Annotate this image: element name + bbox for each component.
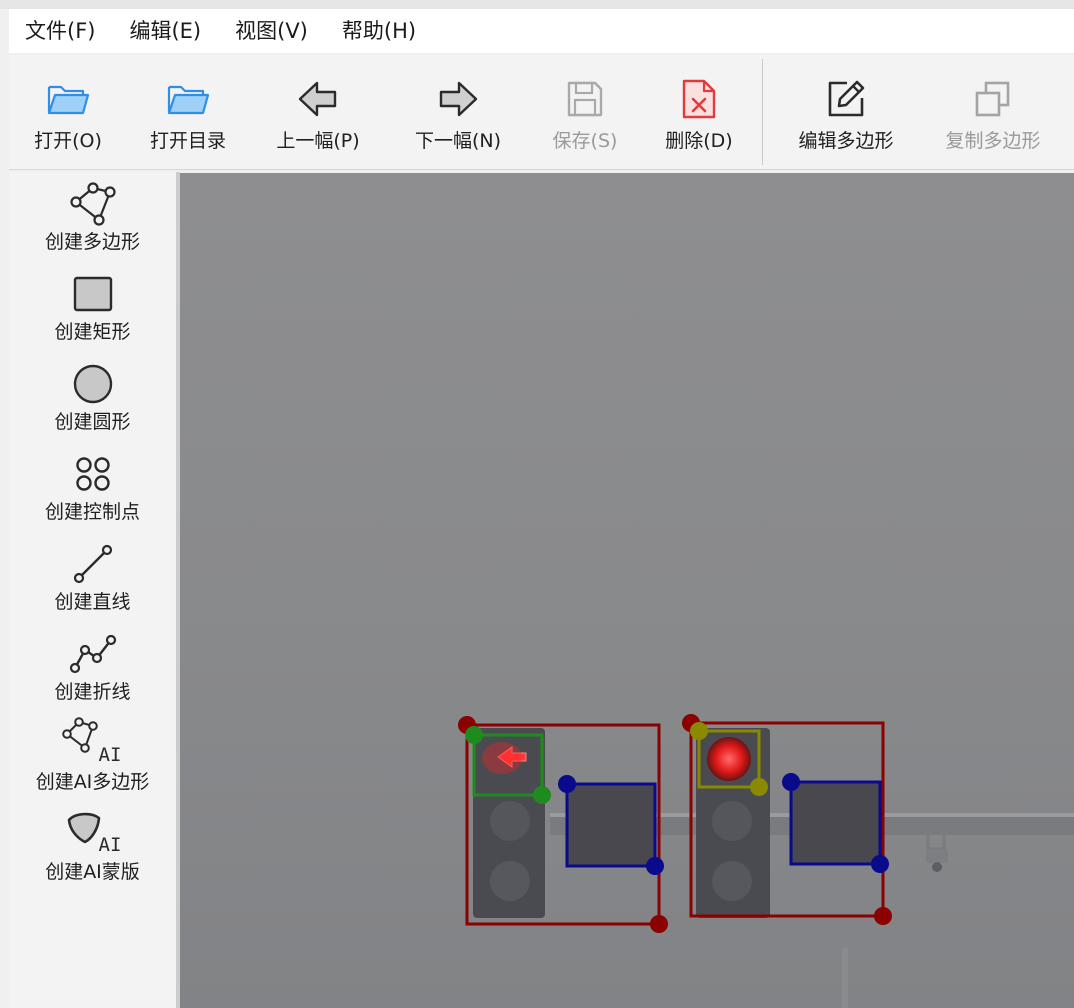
delete-button[interactable]: 删除(D) — [641, 55, 757, 169]
box-handle[interactable] — [782, 773, 800, 791]
prev-image-label: 上一幅(P) — [276, 130, 360, 152]
left-arrow-glow — [482, 742, 522, 774]
box-handle[interactable] — [646, 857, 664, 875]
ai-polygon-icon: AI — [61, 717, 121, 768]
create-circle-label: 创建圆形 — [54, 411, 131, 433]
open-dir-button[interactable]: 打开目录 — [127, 55, 249, 169]
create-circle-button[interactable]: 创建圆形 — [9, 360, 176, 434]
next-image-button[interactable]: 下一幅(N) — [387, 55, 529, 169]
edit-polygon-button[interactable]: 编辑多边形 — [773, 55, 919, 169]
menu-help[interactable]: 帮助(H) — [325, 9, 433, 53]
box-handle[interactable] — [874, 907, 892, 925]
right-sign-panel — [792, 783, 880, 863]
shape-tool-sidebar: 创建多边形 创建矩形 创建圆形 创建控制点 创建直线 创建折线 AI 创建AI多… — [9, 172, 177, 1008]
edit-polygon-label: 编辑多边形 — [798, 130, 894, 152]
create-ai-mask-label: 创建AI蒙版 — [45, 861, 140, 883]
open-label: 打开(O) — [34, 130, 102, 152]
polyline-icon — [69, 630, 117, 678]
create-polygon-button[interactable]: 创建多边形 — [9, 180, 176, 254]
box-handle[interactable] — [558, 775, 576, 793]
folder-open-icon — [44, 75, 92, 123]
annotation-canvas[interactable] — [180, 173, 1074, 1008]
delete-file-icon — [675, 75, 723, 123]
create-line-button[interactable]: 创建直线 — [9, 540, 176, 614]
open-dir-label: 打开目录 — [149, 130, 226, 152]
box-handle[interactable] — [465, 726, 483, 744]
create-polyline-button[interactable]: 创建折线 — [9, 630, 176, 704]
camera-body — [926, 849, 948, 863]
prev-image-button[interactable]: 上一幅(P) — [249, 55, 387, 169]
create-ai-polygon-button[interactable]: AI 创建AI多边形 — [9, 717, 176, 794]
next-image-label: 下一幅(N) — [414, 130, 502, 152]
folder-open-icon — [164, 75, 212, 123]
delete-label: 删除(D) — [665, 130, 733, 152]
ai-mask-icon: AI — [67, 810, 121, 858]
box-handle[interactable] — [750, 778, 768, 796]
ai-tag-label: AI — [98, 744, 122, 766]
create-polyline-label: 创建折线 — [54, 681, 131, 703]
copy-polygon-button[interactable]: 复制多边形 — [919, 55, 1067, 169]
edit-pencil-icon — [822, 75, 870, 123]
create-rect-label: 创建矩形 — [54, 321, 131, 343]
camera-lens — [932, 862, 942, 872]
left-sign-panel — [568, 785, 656, 865]
copy-polygon-label: 复制多边形 — [945, 130, 1041, 152]
toolbar-separator — [762, 59, 763, 165]
polygon-icon — [69, 180, 117, 228]
create-rect-button[interactable]: 创建矩形 — [9, 270, 176, 344]
rectangle-icon — [69, 270, 117, 318]
create-point-label: 创建控制点 — [44, 501, 140, 523]
right-red-lamp — [707, 737, 751, 781]
control-points-icon — [69, 450, 117, 498]
menu-bar: 文件(F) 编辑(E) 视图(V) 帮助(H) — [9, 9, 1074, 53]
arrow-right-icon — [434, 75, 482, 123]
left-green-lamp — [490, 861, 530, 901]
menu-file[interactable]: 文件(F) — [9, 9, 112, 53]
copy-icon — [969, 75, 1017, 123]
right-green-lamp — [712, 861, 752, 901]
open-button[interactable]: 打开(O) — [9, 55, 127, 169]
box-handle[interactable] — [690, 722, 708, 740]
box-handle[interactable] — [871, 855, 889, 873]
box-handle[interactable] — [533, 786, 551, 804]
line-icon — [69, 540, 117, 588]
box-handle[interactable] — [650, 915, 668, 933]
save-disk-icon — [561, 75, 609, 123]
right-amber-lamp — [712, 801, 752, 841]
left-amber-lamp — [490, 801, 530, 841]
sky-background — [180, 173, 1074, 1008]
save-label: 保存(S) — [552, 130, 618, 152]
arrow-left-icon — [294, 75, 342, 123]
main-toolbar: 打开(O) 打开目录 上一幅(P) 下一幅(N) 保存(S) 删除(D) 编辑多… — [9, 55, 1074, 170]
menu-view[interactable]: 视图(V) — [218, 9, 325, 53]
ai-tag-label: AI — [98, 834, 122, 856]
create-point-button[interactable]: 创建控制点 — [9, 450, 176, 524]
create-ai-polygon-label: 创建AI多边形 — [35, 771, 150, 793]
create-polygon-label: 创建多边形 — [44, 231, 140, 253]
distant-pole — [842, 948, 848, 1008]
save-button[interactable]: 保存(S) — [529, 55, 641, 169]
canvas-image — [180, 173, 1074, 1008]
create-line-label: 创建直线 — [54, 591, 131, 613]
create-ai-mask-button[interactable]: AI 创建AI蒙版 — [9, 810, 176, 884]
circle-icon — [69, 360, 117, 408]
window-top-strip — [0, 0, 1074, 9]
menu-edit[interactable]: 编辑(E) — [112, 9, 218, 53]
